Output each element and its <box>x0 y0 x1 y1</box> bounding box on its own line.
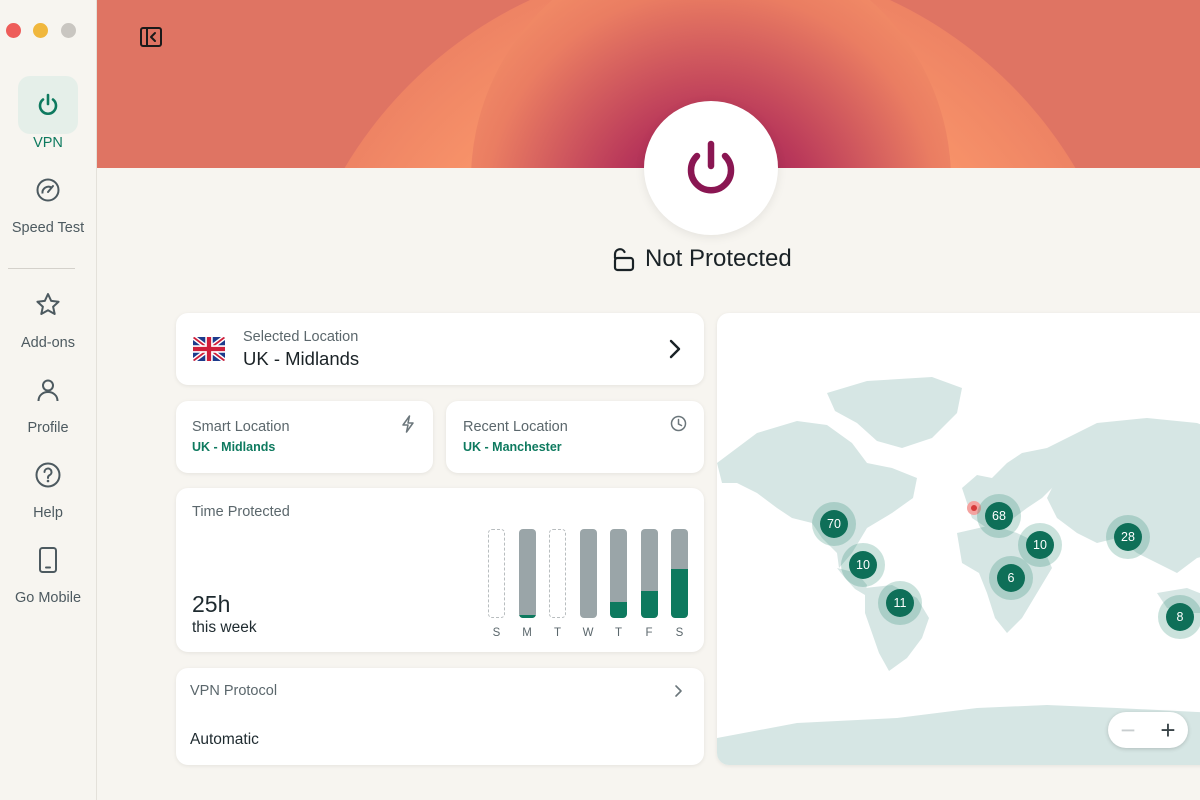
time-protected-card: Time Protected 25h this week S M T W T F S <box>176 488 704 652</box>
time-protected-period: this week <box>192 619 257 636</box>
cluster-count: 10 <box>1026 531 1054 559</box>
cluster-count: 68 <box>985 502 1013 530</box>
smart-location-card[interactable]: Smart Location UK - Midlands <box>176 401 433 473</box>
day-label: S <box>675 627 684 639</box>
time-protected-label: Time Protected <box>192 504 290 520</box>
day-label: T <box>553 627 562 639</box>
phone-icon <box>18 531 78 589</box>
sidebar-item-speed-test[interactable]: Speed Test <box>0 161 96 236</box>
sidebar-item-label: Go Mobile <box>14 590 82 606</box>
power-icon <box>687 140 735 194</box>
collapse-sidebar-icon[interactable] <box>140 27 162 47</box>
day-label: W <box>582 627 594 639</box>
fullscreen-window-button[interactable] <box>61 23 76 38</box>
recent-location-card[interactable]: Recent Location UK - Manchester <box>446 401 704 473</box>
server-cluster[interactable]: 10 <box>841 543 885 587</box>
sidebar-divider <box>8 268 75 269</box>
smart-location-value: UK - Midlands <box>192 440 276 454</box>
zoom-out-button[interactable]: − <box>1108 712 1148 748</box>
clock-icon <box>670 415 687 437</box>
sidebar-item-profile[interactable]: Profile <box>0 361 96 436</box>
day-label: S <box>492 627 501 639</box>
star-icon <box>18 276 78 334</box>
sidebar-item-help[interactable]: Help <box>0 446 96 521</box>
cluster-count: 8 <box>1166 603 1194 631</box>
cluster-count: 11 <box>886 589 914 617</box>
day-bar <box>671 529 688 618</box>
server-cluster[interactable]: 68 <box>977 494 1021 538</box>
sidebar-item-label: Profile <box>27 420 69 436</box>
lightning-icon <box>401 415 415 438</box>
status-text: Not Protected <box>645 245 792 272</box>
day-bar <box>549 529 566 618</box>
day-bar <box>579 529 597 618</box>
server-cluster[interactable]: 6 <box>989 556 1033 600</box>
vpn-protocol-card[interactable]: VPN Protocol Automatic <box>176 668 704 765</box>
day-label: T <box>614 627 623 639</box>
cluster-count: 10 <box>849 551 877 579</box>
sidebar-item-label: Help <box>33 505 63 521</box>
day-bar-fill <box>610 601 627 618</box>
map-zoom-control: − + <box>1108 712 1188 748</box>
sidebar-item-go-mobile[interactable]: Go Mobile <box>0 531 96 606</box>
smart-location-label: Smart Location <box>192 419 290 435</box>
uk-flag-icon <box>193 337 225 361</box>
sidebar-item-label: Speed Test <box>11 220 85 236</box>
speedometer-icon <box>18 161 78 219</box>
sidebar: VPN Speed Test Add-ons Profile Help Go M… <box>0 0 97 800</box>
vpn-protocol-value: Automatic <box>190 731 259 748</box>
cluster-count: 6 <box>997 564 1025 592</box>
close-window-button[interactable] <box>6 23 21 38</box>
selected-location-value: UK - Midlands <box>243 348 360 369</box>
recent-location-label: Recent Location <box>463 419 568 435</box>
server-cluster[interactable]: 11 <box>878 581 922 625</box>
selected-location-card[interactable]: Selected Location UK - Midlands <box>176 313 704 385</box>
server-cluster[interactable]: 8 <box>1158 595 1200 639</box>
sidebar-item-add-ons[interactable]: Add-ons <box>0 276 96 351</box>
day-bar <box>518 529 536 618</box>
day-bar-fill <box>518 615 536 618</box>
vpn-protocol-label: VPN Protocol <box>190 683 278 699</box>
day-label: M <box>522 627 532 639</box>
day-bar-fill <box>671 569 688 618</box>
sidebar-item-label: Add-ons <box>20 335 75 351</box>
selected-location-label: Selected Location <box>243 329 359 345</box>
server-map[interactable]: 70 68 10 10 28 6 11 8 − + <box>717 313 1200 765</box>
day-bar <box>488 529 505 618</box>
cluster-count: 70 <box>820 510 848 538</box>
server-cluster[interactable]: 70 <box>812 502 856 546</box>
chevron-right-icon <box>674 684 684 703</box>
day-bar <box>640 529 658 618</box>
zoom-in-button[interactable]: + <box>1148 712 1188 748</box>
connect-power-button[interactable] <box>644 101 778 235</box>
server-cluster[interactable]: 28 <box>1106 515 1150 559</box>
chevron-right-icon <box>668 339 682 364</box>
day-label: F <box>645 627 653 639</box>
day-bar <box>610 529 627 618</box>
day-bar-fill <box>640 591 658 618</box>
connection-status: Not Protected <box>610 245 792 273</box>
recent-location-value: UK - Manchester <box>463 440 562 454</box>
sidebar-item-label: VPN <box>33 135 63 151</box>
question-icon <box>18 446 78 504</box>
unlocked-padlock-icon <box>613 248 635 272</box>
cluster-count: 28 <box>1114 523 1142 551</box>
minimize-window-button[interactable] <box>33 23 48 38</box>
sidebar-item-vpn[interactable]: VPN <box>0 76 96 151</box>
person-icon <box>18 361 78 419</box>
time-protected-hours: 25h <box>192 591 231 617</box>
power-icon <box>18 76 78 134</box>
